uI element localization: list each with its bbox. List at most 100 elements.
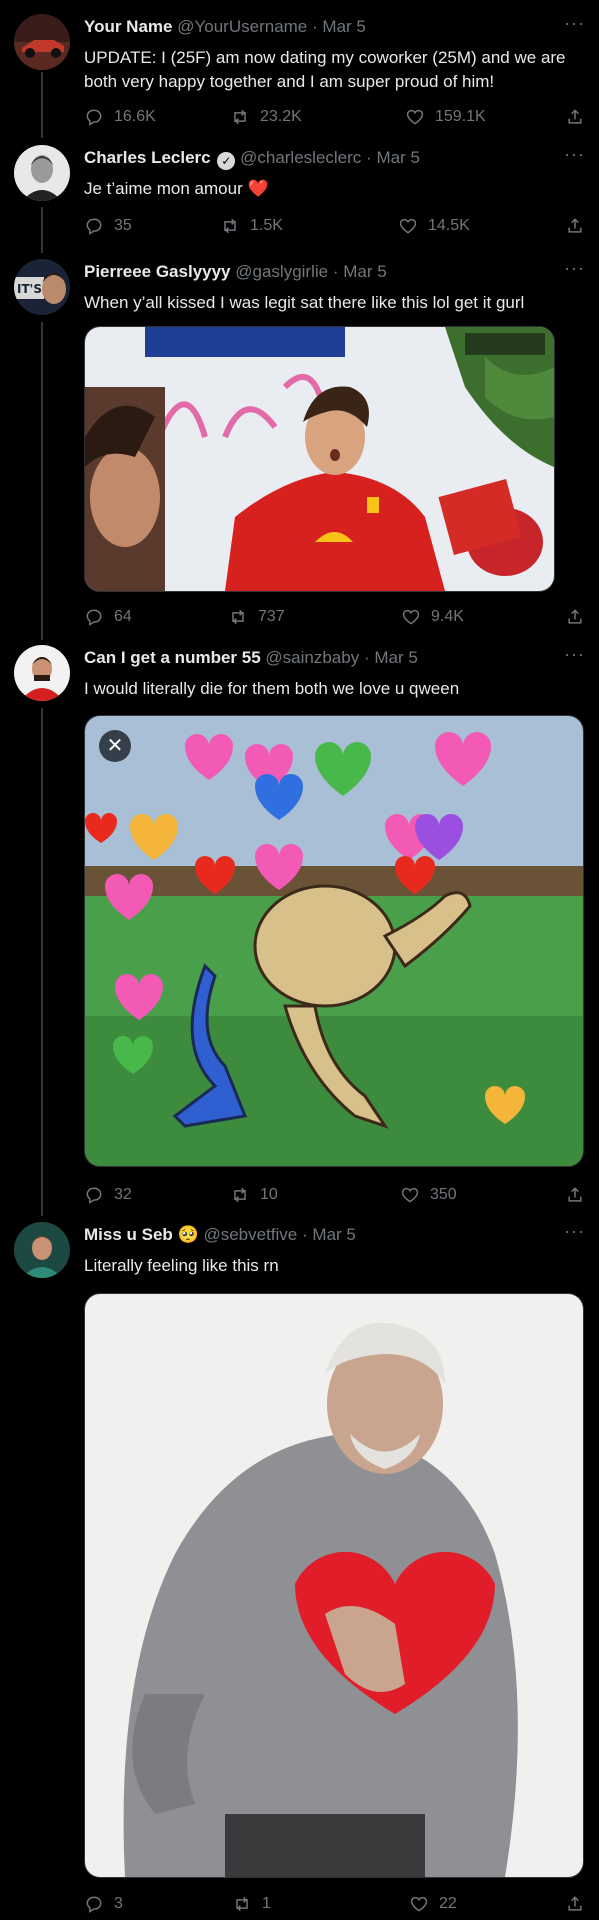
tweet-media-photo[interactable] xyxy=(84,1293,584,1878)
display-name[interactable]: Pierreee Gaslyyyy xyxy=(84,262,231,281)
more-options-button[interactable]: ··· xyxy=(564,1222,585,1240)
reply-button[interactable]: 16.6K xyxy=(84,107,156,127)
reply-icon xyxy=(86,109,102,126)
like-button[interactable]: 350 xyxy=(400,1185,457,1205)
username[interactable]: @sainzbaby xyxy=(265,648,359,667)
like-button[interactable]: 9.4K xyxy=(401,607,464,627)
retweet-button[interactable]: 10 xyxy=(230,1185,278,1205)
reply-button[interactable]: 32 xyxy=(84,1185,132,1205)
timestamp[interactable]: Mar 5 xyxy=(376,148,419,167)
like-button[interactable]: 14.5K xyxy=(398,216,470,236)
avatar[interactable] xyxy=(14,14,70,70)
like-count: 159.1K xyxy=(435,108,486,125)
reply-count: 64 xyxy=(114,608,132,625)
timestamp[interactable]: Mar 5 xyxy=(322,17,365,36)
more-options-button[interactable]: ··· xyxy=(564,259,585,277)
heart-icon xyxy=(401,1187,419,1203)
tweet-4[interactable]: Can I get a number 55 @sainzbaby · Mar 5… xyxy=(0,645,599,1211)
avatar[interactable]: IT'S xyxy=(14,259,70,315)
share-button[interactable] xyxy=(565,1894,585,1919)
close-media-button[interactable]: ✕ xyxy=(99,730,131,762)
more-options-button[interactable]: ··· xyxy=(564,145,585,163)
avatar[interactable] xyxy=(14,145,70,201)
username[interactable]: @sebvetfive xyxy=(203,1225,297,1244)
action-bar: 3 1 22 xyxy=(84,1894,585,1918)
reply-button[interactable]: 3 xyxy=(84,1894,123,1914)
share-icon xyxy=(568,1896,582,1911)
share-icon xyxy=(568,1187,582,1202)
retweet-icon xyxy=(232,609,244,625)
red-heart-emoji: ❤️ xyxy=(247,179,269,198)
tweet-2[interactable]: Charles Leclerc ✓ @charlesleclerc · Mar … xyxy=(0,145,599,245)
action-bar: 35 1.5K 14.5K xyxy=(84,216,585,240)
action-bar: 32 10 350 xyxy=(84,1185,585,1209)
retweet-count: 10 xyxy=(260,1186,278,1203)
reply-count: 3 xyxy=(114,1895,123,1912)
svg-text:IT'S: IT'S xyxy=(17,282,42,296)
separator: · xyxy=(366,148,372,167)
share-button[interactable] xyxy=(565,607,585,632)
retweet-count: 1 xyxy=(262,1895,271,1912)
like-button[interactable]: 22 xyxy=(409,1894,457,1914)
retweet-count: 23.2K xyxy=(260,108,302,125)
retweet-button[interactable]: 23.2K xyxy=(230,107,302,127)
heart-icon xyxy=(399,218,417,234)
display-name[interactable]: Your Name xyxy=(84,17,173,36)
more-options-button[interactable]: ··· xyxy=(564,14,585,32)
tweet-3[interactable]: IT'S Pierreee Gaslyyyy @gaslygirlie · Ma… xyxy=(0,259,599,629)
separator: · xyxy=(312,17,318,36)
share-button[interactable] xyxy=(565,1185,585,1210)
retweet-count: 737 xyxy=(258,608,285,625)
reply-icon xyxy=(86,218,102,235)
tweet-media-photo[interactable]: RED xyxy=(84,326,555,592)
retweet-button[interactable]: 1 xyxy=(232,1894,271,1914)
retweet-icon xyxy=(234,1187,246,1203)
reply-count: 35 xyxy=(114,217,132,234)
share-button[interactable] xyxy=(565,107,585,132)
reply-button[interactable]: 35 xyxy=(84,216,132,236)
pleading-face-emoji: 🥺 xyxy=(177,1225,199,1244)
media-red-logo: RED xyxy=(235,327,304,359)
username[interactable]: @charlesleclerc xyxy=(240,148,361,167)
timestamp[interactable]: Mar 5 xyxy=(312,1225,355,1244)
retweet-button[interactable]: 1.5K xyxy=(220,216,283,236)
retweet-icon xyxy=(224,218,236,234)
tweet-media-photo[interactable]: ✕ xyxy=(84,715,584,1167)
reply-icon xyxy=(86,1896,102,1913)
tweet-text: UPDATE: I (25F) am now dating my coworke… xyxy=(84,48,566,91)
timestamp[interactable]: Mar 5 xyxy=(343,262,386,281)
like-button[interactable]: 159.1K xyxy=(405,107,486,127)
tweet-header: Charles Leclerc ✓ @charlesleclerc · Mar … xyxy=(84,147,559,170)
display-name[interactable]: Charles Leclerc xyxy=(84,148,211,167)
reply-count: 32 xyxy=(114,1186,132,1203)
tweet-text: I would literally die for them both we l… xyxy=(84,679,460,698)
avatar[interactable] xyxy=(14,645,70,701)
username[interactable]: @gaslygirlie xyxy=(235,262,328,281)
tweet-header: Your Name @YourUsername · Mar 5 xyxy=(84,16,559,38)
tweet-1[interactable]: Your Name @YourUsername · Mar 5 ··· UPDA… xyxy=(0,14,599,140)
like-count: 350 xyxy=(430,1186,457,1203)
tweet-text: When y’all kissed I was legit sat there … xyxy=(84,293,525,312)
avatar[interactable] xyxy=(14,1222,70,1278)
like-count: 22 xyxy=(439,1895,457,1912)
retweet-button[interactable]: 737 xyxy=(228,607,285,627)
tweet-5[interactable]: Miss u Seb 🥺 @sebvetfive · Mar 5 ··· Lit… xyxy=(0,1222,599,1920)
more-options-button[interactable]: ··· xyxy=(564,645,585,663)
display-name[interactable]: Can I get a number 55 xyxy=(84,648,261,667)
timestamp[interactable]: Mar 5 xyxy=(374,648,417,667)
retweet-icon xyxy=(234,109,246,125)
share-icon xyxy=(568,109,582,124)
tweet-header: Miss u Seb 🥺 @sebvetfive · Mar 5 xyxy=(84,1224,559,1246)
reply-icon xyxy=(86,1187,102,1204)
separator: · xyxy=(363,648,370,667)
like-count: 9.4K xyxy=(431,608,464,625)
share-button[interactable] xyxy=(565,216,585,241)
reply-button[interactable]: 64 xyxy=(84,607,132,627)
username[interactable]: @YourUsername xyxy=(177,17,307,36)
heart-icon xyxy=(410,1896,428,1912)
heart-icon xyxy=(406,109,424,125)
action-bar: 64 737 9.4K xyxy=(84,607,585,631)
separator: · xyxy=(332,262,339,281)
display-name[interactable]: Miss u Seb xyxy=(84,1225,173,1244)
tweet-text: Literally feeling like this rn xyxy=(84,1256,279,1275)
